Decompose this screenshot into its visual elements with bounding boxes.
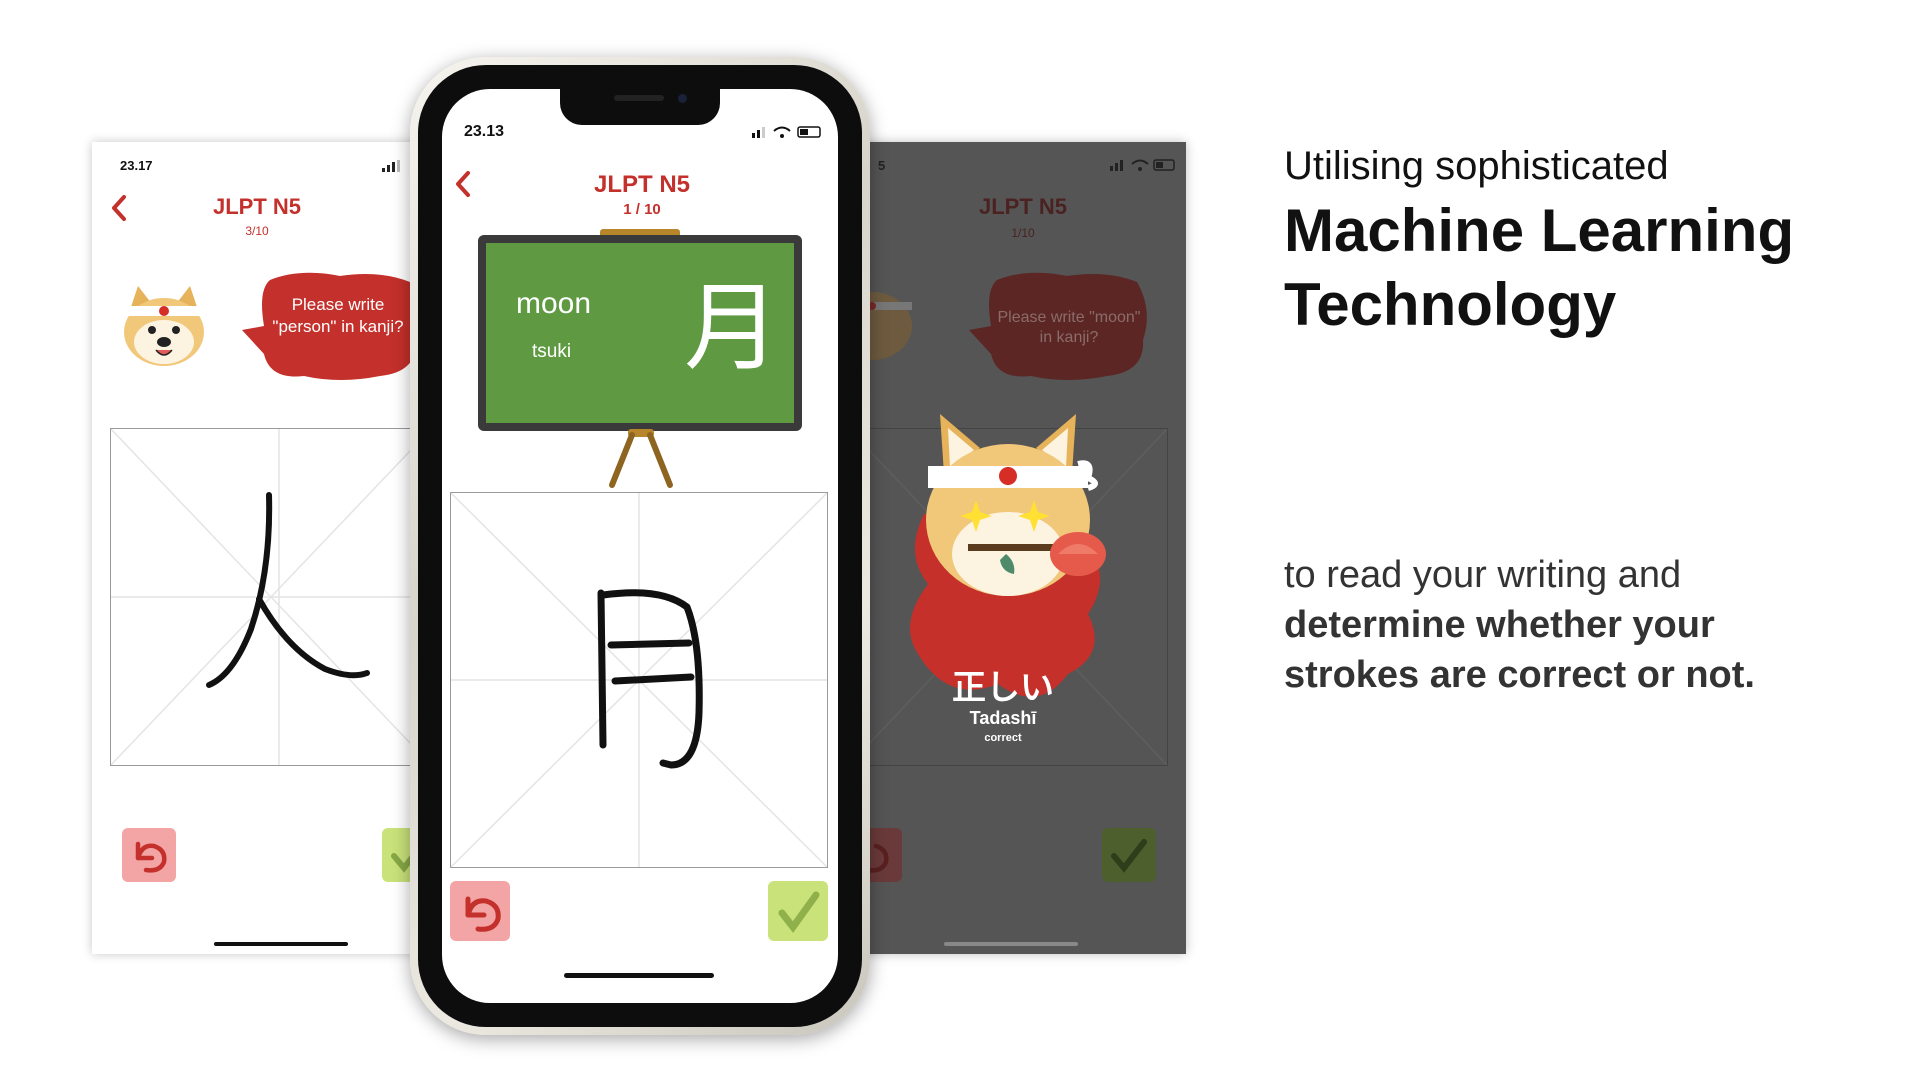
body-line-3: strokes are correct or not. [1284, 654, 1755, 696]
undo-button[interactable] [122, 828, 176, 882]
left-phone-screen: 23.17 JLPT N5 3/10 Please write "person"… [92, 142, 420, 954]
headline-main-2: Technology [1284, 271, 1617, 338]
undo-icon [465, 896, 501, 932]
result-label: correct [984, 732, 1022, 744]
shiba-mascot-icon [124, 286, 204, 366]
status-time: 23.17 [120, 158, 153, 173]
card-kanji: 月 [684, 272, 780, 384]
headline-main-1: Machine Learning [1284, 197, 1795, 264]
home-indicator [944, 942, 1078, 946]
result-romaji: Tadashī [969, 708, 1037, 728]
signal-icon [382, 160, 400, 172]
page-title: JLPT N5 [593, 171, 691, 198]
body-line-1: to read your writing and [1284, 554, 1682, 596]
correct-result-mascot [910, 414, 1106, 697]
status-icons [1110, 159, 1175, 171]
stroke-drawing-moon [597, 589, 703, 769]
bubble-text: Please write "moon" in kanji? [997, 309, 1141, 346]
page-title: JLPT N5 [978, 194, 1068, 219]
drawing-pad[interactable]: 月 [450, 492, 828, 868]
undo-icon [135, 841, 167, 873]
bubble-text: Please write "person" in kanji? [272, 295, 404, 336]
result-kanji: 正しい [952, 668, 1054, 708]
home-indicator [564, 973, 714, 978]
back-chevron-icon[interactable] [450, 169, 476, 199]
body-line-2: determine whether your [1284, 604, 1715, 646]
back-chevron-icon[interactable] [108, 194, 132, 222]
card-english: moon [516, 287, 592, 320]
status-icons [752, 126, 821, 138]
chalkboard: moon tsuki 月 [486, 243, 794, 423]
undo-button[interactable] [450, 881, 510, 941]
card-romaji: tsuki [532, 341, 572, 362]
progress-counter: 1 / 10 [623, 201, 661, 218]
progress-counter: 1/10 [1011, 226, 1035, 240]
check-button-dim [1102, 828, 1156, 882]
speaker-grille [614, 95, 664, 101]
center-phone-frame: 23.13 JLPT N5 1 / 10 moon tsuki 月 [410, 57, 870, 1035]
drawing-pad[interactable]: 人 [110, 428, 420, 766]
status-time: 5 [878, 158, 886, 173]
check-icon [778, 891, 820, 933]
status-time: 23.13 [464, 123, 505, 140]
chalkboard-frame: moon tsuki 月 [478, 235, 802, 431]
stroke-drawing-person [206, 492, 370, 688]
right-phone-screen: 5 JLPT N5 1/10 Please write "moon" in ka… [858, 142, 1186, 954]
check-icon [1111, 839, 1147, 873]
center-phone-screen: 23.13 JLPT N5 1 / 10 moon tsuki 月 [442, 89, 838, 1003]
front-camera [678, 94, 687, 103]
easel-legs [609, 429, 673, 488]
check-button[interactable] [768, 881, 828, 941]
headline-intro: Utilising sophisticated [1284, 144, 1669, 188]
progress-counter: 3/10 [245, 224, 269, 238]
page-title: JLPT N5 [212, 194, 302, 219]
home-indicator [214, 942, 348, 946]
phone-notch [560, 89, 720, 125]
